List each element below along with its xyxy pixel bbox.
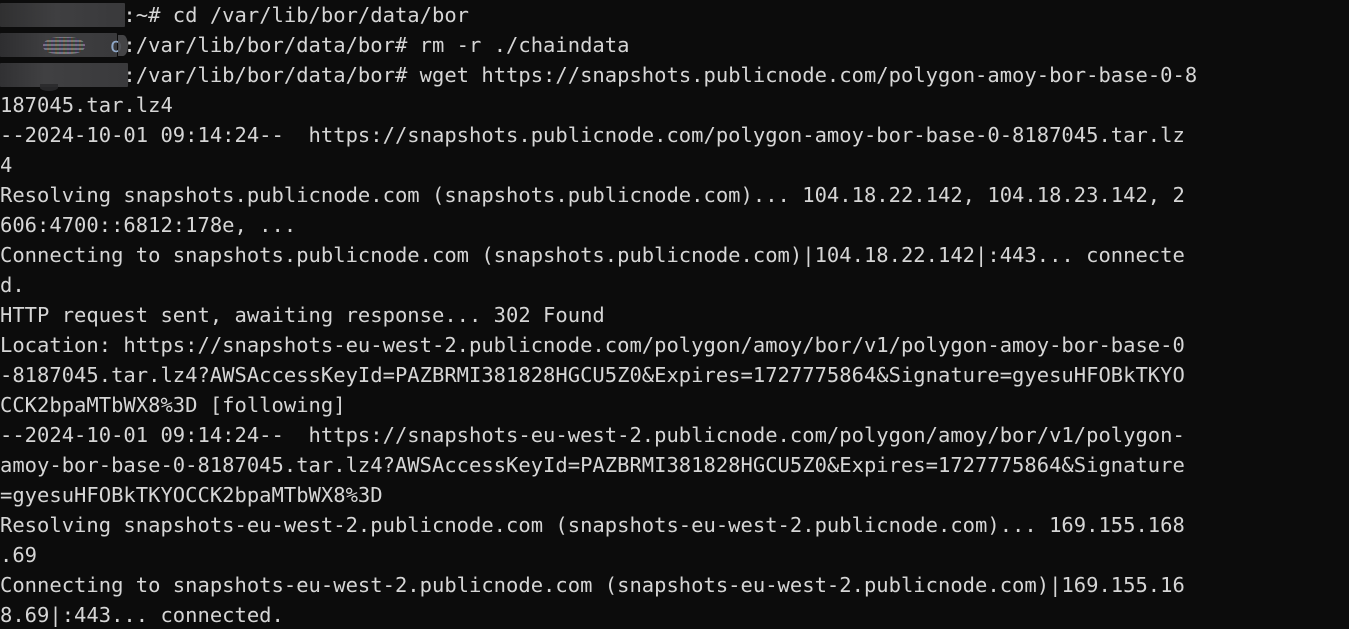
- terminal-output-line: Connecting to snapshots.publicnode.com (…: [0, 240, 1349, 270]
- terminal-output-line: 4: [0, 150, 1349, 180]
- terminal-output-line: 8.69|:443... connected.: [0, 600, 1349, 629]
- terminal-output-line: .69: [0, 540, 1349, 570]
- terminal-output-line: 187045.tar.lz4: [0, 90, 1349, 120]
- redaction-block: [0, 3, 125, 27]
- terminal-output-line: =gyesuHFOBkTKYOCCK2bpaMTbWX8%3D: [0, 480, 1349, 510]
- prompt-path: :/var/lib/bor/data/bor#: [123, 63, 420, 87]
- redaction-block: [0, 63, 128, 87]
- prompt-command: wget https://snapshots.publicnode.com/po…: [419, 63, 1198, 87]
- terminal-prompt-line: :~# cd /var/lib/bor/data/bor: [0, 0, 1349, 30]
- redacted-hostname: o: [0, 30, 128, 60]
- terminal-screen[interactable]: :~# cd /var/lib/bor/data/bor o :/var/lib/…: [0, 0, 1349, 629]
- prompt-command: cd /var/lib/bor/data/bor: [172, 3, 470, 27]
- prompt-command: rm -r ./chaindata: [419, 33, 630, 57]
- output-text: d.: [0, 273, 25, 297]
- output-text: 187045.tar.lz4: [0, 93, 173, 117]
- output-text: 606:4700::6812:178e, ...: [0, 213, 297, 237]
- redaction-edge-smudge: [40, 84, 58, 91]
- terminal-output-line: 606:4700::6812:178e, ...: [0, 210, 1349, 240]
- output-text: Location: https://snapshots-eu-west-2.pu…: [0, 333, 1185, 357]
- output-text: CCK2bpaMTbWX8%3D [following]: [0, 393, 346, 417]
- terminal-output-line: --2024-10-01 09:14:24-- https://snapshot…: [0, 420, 1349, 450]
- output-text: =gyesuHFOBkTKYOCCK2bpaMTbWX8%3D: [0, 483, 383, 507]
- terminal-output-line: Location: https://snapshots-eu-west-2.pu…: [0, 330, 1349, 360]
- redaction-mosaic-noise: [43, 37, 85, 54]
- output-text: -8187045.tar.lz4?AWSAccessKeyId=PAZBRMI3…: [0, 363, 1185, 387]
- output-text: .69: [0, 543, 38, 567]
- terminal-output-line: amoy-bor-base-0-8187045.tar.lz4?AWSAcces…: [0, 450, 1349, 480]
- terminal-output-line: Connecting to snapshots-eu-west-2.public…: [0, 570, 1349, 600]
- redaction-edge-smudge: [118, 35, 128, 56]
- terminal-window[interactable]: :~# cd /var/lib/bor/data/bor o :/var/lib/…: [0, 0, 1349, 629]
- output-text: Resolving snapshots.publicnode.com (snap…: [0, 183, 1185, 207]
- terminal-output-line: -8187045.tar.lz4?AWSAccessKeyId=PAZBRMI3…: [0, 360, 1349, 390]
- output-text: 8.69|:443... connected.: [0, 603, 284, 627]
- terminal-output-line: HTTP request sent, awaiting response... …: [0, 300, 1349, 330]
- output-text: --2024-10-01 09:14:24-- https://snapshot…: [0, 423, 1185, 447]
- terminal-prompt-line: o :/var/lib/bor/data/bor# rm -r ./chaind…: [0, 30, 1349, 60]
- output-text: Connecting to snapshots-eu-west-2.public…: [0, 573, 1185, 597]
- redacted-hostname: [0, 0, 125, 30]
- terminal-output-line: --2024-10-01 09:14:24-- https://snapshot…: [0, 120, 1349, 150]
- output-text: amoy-bor-base-0-8187045.tar.lz4?AWSAcces…: [0, 453, 1185, 477]
- terminal-output-line: CCK2bpaMTbWX8%3D [following]: [0, 390, 1349, 420]
- prompt-path: :/var/lib/bor/data/bor#: [123, 33, 420, 57]
- redacted-hostname: [0, 60, 128, 91]
- output-text: Connecting to snapshots.publicnode.com (…: [0, 243, 1185, 267]
- terminal-output-line: d.: [0, 270, 1349, 300]
- output-text: HTTP request sent, awaiting response... …: [0, 303, 605, 327]
- output-text: Resolving snapshots-eu-west-2.publicnode…: [0, 513, 1185, 537]
- terminal-output-line: Resolving snapshots-eu-west-2.publicnode…: [0, 510, 1349, 540]
- terminal-output-line: Resolving snapshots.publicnode.com (snap…: [0, 180, 1349, 210]
- terminal-prompt-line: :/var/lib/bor/data/bor# wget https://sna…: [0, 60, 1349, 91]
- output-text: 4: [0, 153, 13, 177]
- prompt-path: :~#: [123, 3, 173, 27]
- output-text: --2024-10-01 09:14:24-- https://snapshot…: [0, 123, 1185, 147]
